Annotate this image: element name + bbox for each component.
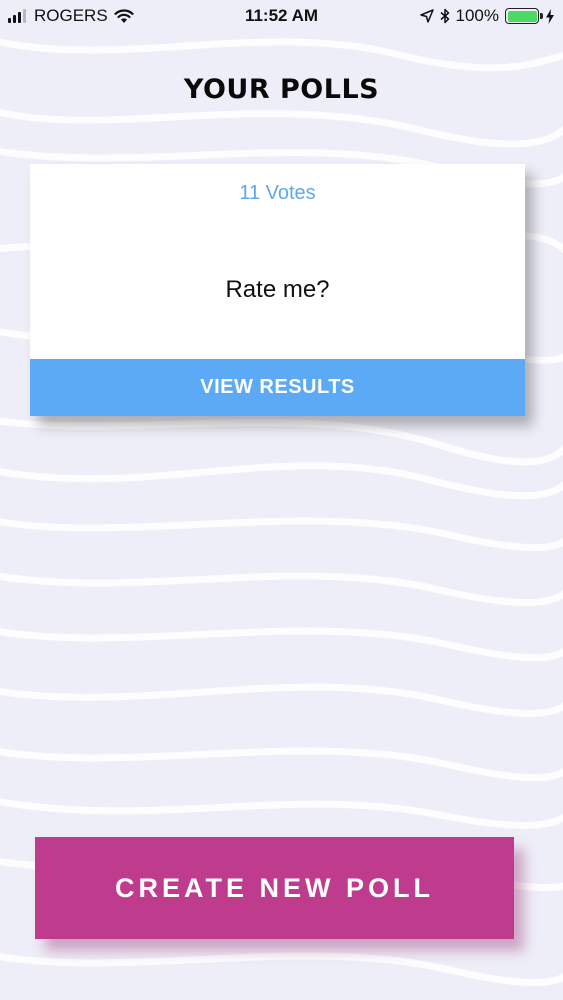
- battery-icon: [505, 8, 543, 24]
- view-results-button[interactable]: VIEW RESULTS: [30, 359, 525, 416]
- page-title: YOUR POLLS: [183, 74, 380, 105]
- status-bar: ROGERS 11:52 AM 100%: [0, 0, 563, 32]
- create-new-poll-button[interactable]: CREATE NEW POLL: [35, 837, 514, 939]
- poll-card: 11 Votes Rate me? VIEW RESULTS: [30, 164, 525, 416]
- bluetooth-icon: [440, 8, 449, 24]
- battery-percent: 100%: [455, 6, 499, 25]
- battery-level: [507, 10, 537, 22]
- poll-question: Rate me?: [225, 276, 330, 303]
- status-right: 100%: [414, 6, 555, 26]
- poll-vote-count: 11 Votes: [239, 182, 316, 204]
- location-arrow-icon: [419, 9, 434, 23]
- charging-bolt-icon: [546, 8, 554, 24]
